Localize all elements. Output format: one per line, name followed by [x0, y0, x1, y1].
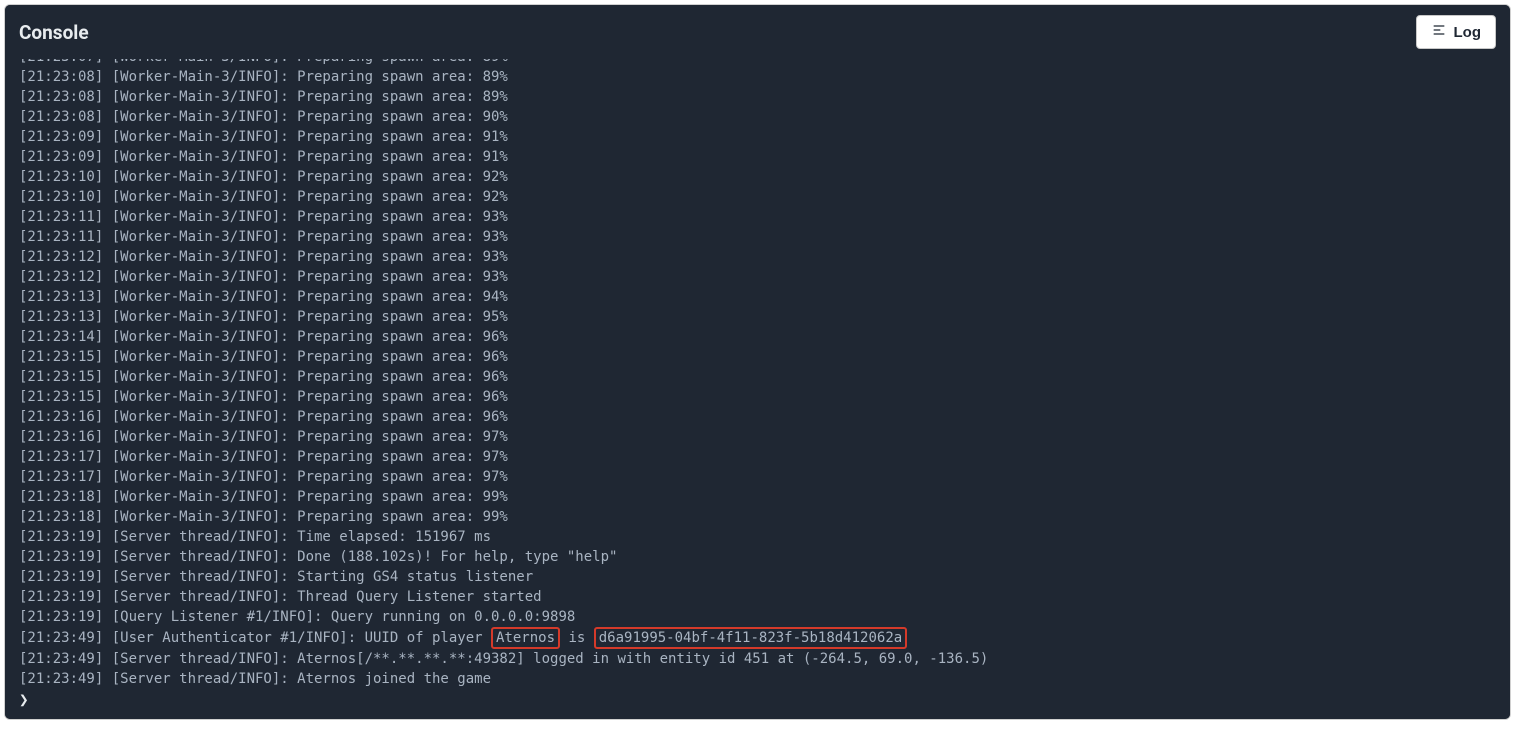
- log-line: [21:23:19] [Server thread/INFO]: Thread …: [19, 587, 1496, 607]
- log-line: [21:23:15] [Worker-Main-3/INFO]: Prepari…: [19, 367, 1496, 387]
- log-button-label: Log: [1454, 24, 1482, 41]
- console-header: Console Log: [5, 5, 1510, 59]
- log-line: [21:23:19] [Query Listener #1/INFO]: Que…: [19, 607, 1496, 627]
- log-line: [21:23:13] [Worker-Main-3/INFO]: Prepari…: [19, 287, 1496, 307]
- log-line: [21:23:09] [Worker-Main-3/INFO]: Prepari…: [19, 127, 1496, 147]
- log-line: [21:23:11] [Worker-Main-3/INFO]: Prepari…: [19, 207, 1496, 227]
- log-line: [21:23:12] [Worker-Main-3/INFO]: Prepari…: [19, 247, 1496, 267]
- log-line: [21:23:49] [User Authenticator #1/INFO]:…: [19, 627, 1496, 649]
- log-line: [21:23:17] [Worker-Main-3/INFO]: Prepari…: [19, 467, 1496, 487]
- log-line: [21:23:11] [Worker-Main-3/INFO]: Prepari…: [19, 227, 1496, 247]
- log-line: [21:23:19] [Server thread/INFO]: Startin…: [19, 567, 1496, 587]
- log-line: [21:23:18] [Worker-Main-3/INFO]: Prepari…: [19, 507, 1496, 527]
- log-line: [21:23:19] [Server thread/INFO]: Done (1…: [19, 547, 1496, 567]
- log-line: [21:23:10] [Worker-Main-3/INFO]: Prepari…: [19, 187, 1496, 207]
- log-line: [21:23:49] [Server thread/INFO]: Aternos…: [19, 669, 1496, 689]
- log-line: [21:23:08] [Worker-Main-3/INFO]: Prepari…: [19, 67, 1496, 87]
- log-line: [21:23:49] [Server thread/INFO]: Aternos…: [19, 649, 1496, 669]
- log-button[interactable]: Log: [1416, 15, 1497, 49]
- log-line: [21:23:08] [Worker-Main-3/INFO]: Prepari…: [19, 107, 1496, 127]
- log-line: [21:23:15] [Worker-Main-3/INFO]: Prepari…: [19, 347, 1496, 367]
- log-line: [21:23:15] [Worker-Main-3/INFO]: Prepari…: [19, 387, 1496, 407]
- log-line: [21:23:13] [Worker-Main-3/INFO]: Prepari…: [19, 307, 1496, 327]
- log-line: [21:23:08] [Worker-Main-3/INFO]: Prepari…: [19, 87, 1496, 107]
- highlight-box: d6a91995-04bf-4f11-823f-5b18d412062a: [594, 627, 907, 649]
- log-line: [21:23:18] [Worker-Main-3/INFO]: Prepari…: [19, 487, 1496, 507]
- console-prompt[interactable]: ❯: [19, 690, 29, 709]
- log-line: [21:23:12] [Worker-Main-3/INFO]: Prepari…: [19, 267, 1496, 287]
- console-title: Console: [19, 21, 89, 44]
- log-line: [21:23:16] [Worker-Main-3/INFO]: Prepari…: [19, 407, 1496, 427]
- log-line: [21:23:16] [Worker-Main-3/INFO]: Prepari…: [19, 427, 1496, 447]
- log-icon: [1431, 22, 1447, 42]
- log-line: [21:23:09] [Worker-Main-3/INFO]: Prepari…: [19, 147, 1496, 167]
- log-line: [21:23:14] [Worker-Main-3/INFO]: Prepari…: [19, 327, 1496, 347]
- log-output: [21:23:07] [Worker-Main-3/INFO]: Prepari…: [19, 59, 1496, 689]
- console-body[interactable]: [21:23:07] [Worker-Main-3/INFO]: Prepari…: [5, 59, 1510, 719]
- log-line: [21:23:10] [Worker-Main-3/INFO]: Prepari…: [19, 167, 1496, 187]
- console-panel: Console Log [21:23:07] [Worker-Main-3/IN…: [4, 4, 1511, 720]
- log-line: [21:23:17] [Worker-Main-3/INFO]: Prepari…: [19, 447, 1496, 467]
- highlight-box: Aternos: [491, 627, 560, 649]
- log-line: [21:23:07] [Worker-Main-3/INFO]: Prepari…: [19, 59, 1496, 67]
- log-line: [21:23:19] [Server thread/INFO]: Time el…: [19, 527, 1496, 547]
